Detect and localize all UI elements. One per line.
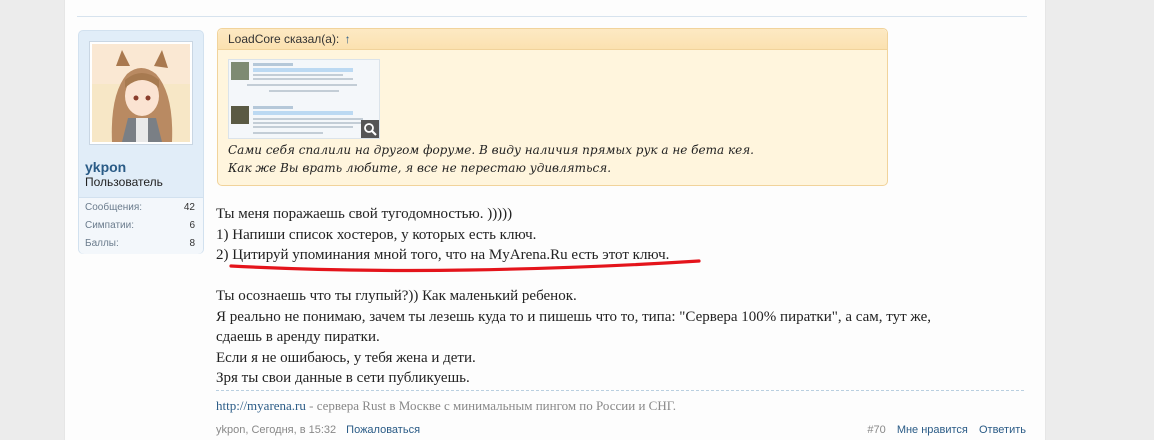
red-underline-mark bbox=[229, 259, 701, 273]
message-body: Ты меня поражаешь свой тугодомностью. ))… bbox=[216, 206, 931, 386]
zoom-icon[interactable] bbox=[361, 120, 379, 138]
signature: http://myarena.ru - сервера Rust в Москв… bbox=[216, 398, 677, 413]
quote-author: LoadCore сказал(а): bbox=[228, 32, 340, 46]
user-info-panel: ykpon Пользователь Сообщения: 42 Симпати… bbox=[78, 30, 204, 254]
top-divider bbox=[77, 16, 1027, 17]
footer-author[interactable]: ykpon bbox=[216, 424, 245, 436]
stat-likes: Симпатии: 6 bbox=[85, 220, 195, 231]
goto-quote-arrow-icon[interactable]: ↑ bbox=[345, 32, 351, 46]
username[interactable]: ykpon bbox=[85, 159, 126, 175]
post-date[interactable]: , Сегодня, в 15:32 bbox=[245, 424, 336, 436]
post-actions: #70 Мне нравится Ответить bbox=[859, 424, 1026, 436]
attached-image-thumbnail[interactable] bbox=[228, 59, 380, 139]
quote-block: LoadCore сказал(а): ↑ Сами себя спалили … bbox=[217, 28, 888, 186]
avatar[interactable] bbox=[89, 41, 193, 145]
user-title: Пользователь bbox=[85, 175, 163, 189]
post-number[interactable]: #70 bbox=[867, 424, 885, 436]
stat-points: Баллы: 8 bbox=[85, 238, 195, 249]
stat-messages: Сообщения: 42 bbox=[85, 202, 195, 213]
reply-button[interactable]: Ответить bbox=[979, 424, 1026, 436]
post-footer: ykpon, Сегодня, в 15:32 Пожаловаться #70 … bbox=[216, 424, 1026, 438]
quote-text: Сами себя спалили на другом форуме. В ви… bbox=[228, 143, 754, 175]
like-button[interactable]: Мне нравится bbox=[897, 424, 968, 436]
user-stats: Сообщения: 42 Симпатии: 6 Баллы: 8 bbox=[79, 197, 203, 254]
signature-link[interactable]: http://myarena.ru bbox=[216, 398, 306, 413]
signature-divider bbox=[216, 390, 1024, 391]
quote-header: LoadCore сказал(а): ↑ bbox=[218, 29, 887, 50]
report-link[interactable]: Пожаловаться bbox=[346, 424, 420, 436]
